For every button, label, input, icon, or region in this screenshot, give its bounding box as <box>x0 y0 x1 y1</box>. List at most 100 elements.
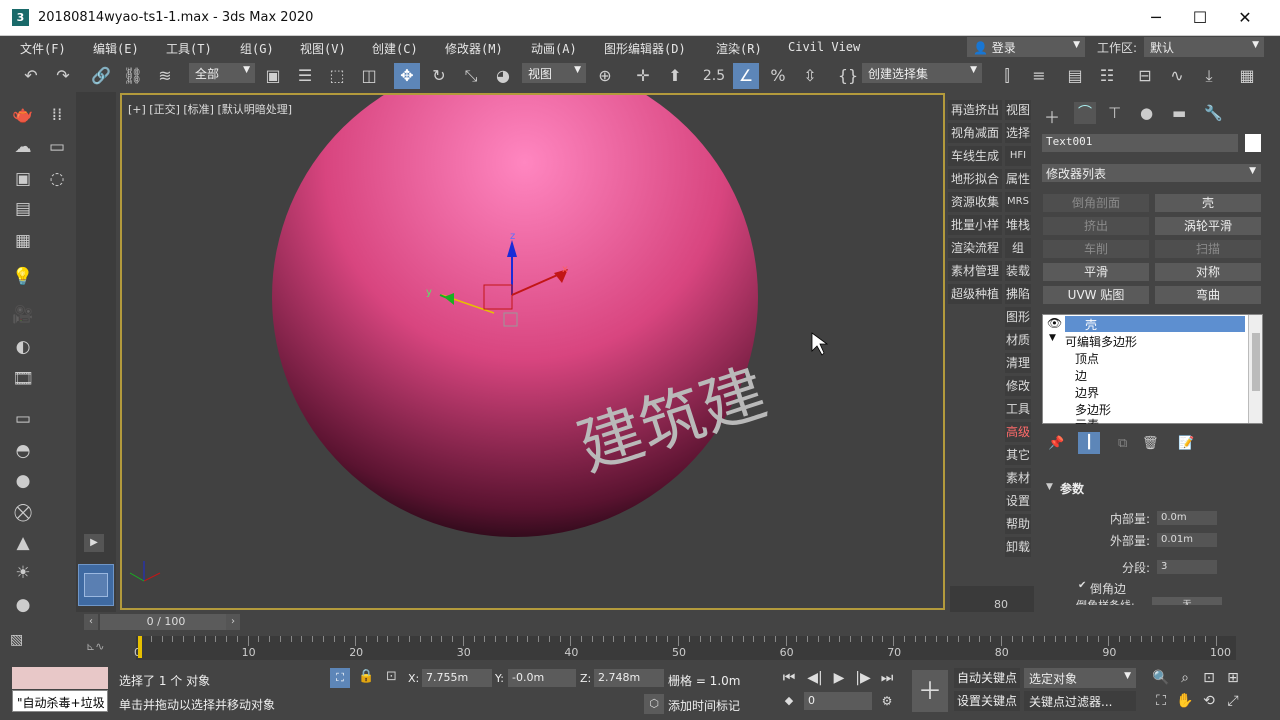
zoom-icon[interactable]: 🔍 <box>1150 667 1172 689</box>
checkbox-bevel-edges[interactable]: ✔ <box>1078 580 1086 591</box>
param-segments-field[interactable]: 3 <box>1157 560 1217 574</box>
plugin-tab[interactable]: 卸载 <box>1005 537 1031 557</box>
stack-item-vertex[interactable]: 顶点 <box>1075 350 1099 367</box>
film-icon[interactable]: 🎞 <box>10 366 36 392</box>
plugin-tab[interactable]: 属性 <box>1005 169 1031 189</box>
display-tab-icon[interactable]: ▬ <box>1172 104 1186 122</box>
modifier-bevel-profile-button[interactable]: 倒角剖面 <box>1043 194 1149 212</box>
menu-views[interactable]: 视图(V) <box>300 40 346 57</box>
plugin-tab[interactable]: 装载 <box>1005 261 1031 281</box>
selection-filter-dropdown[interactable]: 全部 ▼ <box>189 63 255 83</box>
bevel-spline-button[interactable]: 无 <box>1152 597 1222 605</box>
time-slider[interactable]: 0 / 100 <box>100 614 232 630</box>
plugin-tab[interactable]: 其它 <box>1005 445 1031 465</box>
modifier-shell-button[interactable]: 壳 <box>1155 194 1261 212</box>
edit-named-sets-icon[interactable]: {} <box>835 63 861 89</box>
image-icon[interactable]: ▣ <box>10 166 36 192</box>
absolute-mode-icon[interactable]: ⊡ <box>386 669 397 684</box>
stack-item-shell[interactable]: 壳 <box>1085 316 1097 333</box>
modifier-sweep-button[interactable]: 扫描 <box>1155 240 1261 258</box>
menu-animation[interactable]: 动画(A) <box>531 40 577 57</box>
maxscript-listener-field[interactable]: "自动杀毒+垃圾 <box>12 690 108 712</box>
key-selection-dropdown[interactable]: 选定对象 ▼ <box>1024 668 1136 688</box>
set-key-button[interactable]: 设置关键点 <box>954 691 1020 711</box>
mirror-icon[interactable]: ⫿ <box>994 63 1020 89</box>
schematic-view-icon[interactable]: ⤓ <box>1196 63 1222 89</box>
document-icon[interactable]: ▤ <box>10 196 36 222</box>
plugin-button[interactable]: 再造挤出 <box>948 100 1002 120</box>
current-frame-marker[interactable] <box>138 636 142 658</box>
plugin-tab[interactable]: 清理 <box>1005 353 1031 373</box>
menu-group[interactable]: 组(G) <box>240 40 274 57</box>
cone-icon[interactable]: ▲ <box>10 530 36 556</box>
sphere-solid-icon[interactable]: ● <box>10 592 36 618</box>
mini-timeline[interactable]: 80 <box>950 586 1034 612</box>
toggle-ribbon-icon[interactable]: ⊟ <box>1132 63 1158 89</box>
dotted-circle-icon[interactable]: ◌ <box>44 166 70 192</box>
ruler-icon[interactable]: ▭ <box>44 134 70 160</box>
table-icon[interactable]: ▦ <box>10 228 36 254</box>
plugin-tab[interactable]: 修改 <box>1005 376 1031 396</box>
y-coord-field[interactable]: -0.0m <box>508 669 576 687</box>
time-tag-icon[interactable]: ⬡ <box>644 694 664 714</box>
lightbulb-icon[interactable]: 💡 <box>10 264 36 290</box>
menu-modifiers[interactable]: 修改器(M) <box>445 40 503 57</box>
close-button[interactable]: ✕ <box>1230 6 1260 30</box>
plugin-tab[interactable]: MRS <box>1005 192 1031 212</box>
link-icon[interactable]: 🔗 <box>88 63 114 89</box>
cloud-icon[interactable]: ☁ <box>10 134 36 160</box>
pivot-center-icon[interactable]: ⊕ <box>592 63 618 89</box>
undo-icon[interactable]: ↶ <box>18 63 44 89</box>
scene-explorer-icon[interactable]: ▤ <box>1062 63 1088 89</box>
plugin-tab[interactable]: 拂陷 <box>1005 284 1031 304</box>
isolate-selection-icon[interactable]: ⛶ <box>330 668 350 688</box>
time-prev-icon[interactable]: ‹ <box>84 614 98 630</box>
curve-editor-icon[interactable]: ∿ <box>1164 63 1190 89</box>
select-manipulate-icon[interactable]: ✛ <box>630 63 656 89</box>
material-editor-icon[interactable]: ▦ <box>1234 63 1260 89</box>
modifier-smooth-button[interactable]: 平滑 <box>1043 263 1149 281</box>
teapot-small-icon[interactable]: ⛒ <box>10 500 36 526</box>
redo-icon[interactable]: ↷ <box>50 63 76 89</box>
window-crossing-icon[interactable]: ◫ <box>356 63 382 89</box>
time-config-icon[interactable]: ⚙ <box>876 690 898 712</box>
modifier-bend-button[interactable]: 弯曲 <box>1155 286 1261 304</box>
expand-triangle-icon[interactable]: ▼ <box>1049 333 1056 343</box>
zoom-extents-all-icon[interactable]: ⊞ <box>1222 667 1244 689</box>
plugin-button[interactable]: 车线生成 <box>948 146 1002 166</box>
menu-tools[interactable]: 工具(T) <box>166 40 212 57</box>
zoom-extents-icon[interactable]: ⊡ <box>1198 667 1220 689</box>
eye-icon[interactable]: 👁 <box>1047 316 1062 330</box>
plugin-button[interactable]: 资源收集 <box>948 192 1002 212</box>
plugin-tab[interactable]: 组 <box>1005 238 1031 258</box>
menu-rendering[interactable]: 渲染(R) <box>716 40 762 57</box>
plugin-tab[interactable]: 工具 <box>1005 399 1031 419</box>
named-selection-dropdown[interactable]: 创建选择集 ▼ <box>862 63 982 83</box>
rollout-title[interactable]: 参数 <box>1060 480 1084 497</box>
modifier-lathe-button[interactable]: 车削 <box>1043 240 1149 258</box>
plane-icon[interactable]: ▭ <box>10 406 36 432</box>
hierarchy-tab-icon[interactable]: ⊤ <box>1108 104 1121 122</box>
select-by-name-icon[interactable]: ☰ <box>292 63 318 89</box>
plugin-button[interactable]: 渲染流程 <box>948 238 1002 258</box>
modifier-extrude-button[interactable]: 挤出 <box>1043 217 1149 235</box>
object-color-swatch[interactable] <box>1245 134 1261 152</box>
plugin-button[interactable]: 素材管理 <box>948 261 1002 281</box>
angle-snap-icon[interactable]: ∠ <box>733 63 759 89</box>
pin-stack-icon[interactable]: 📌 <box>1048 436 1064 451</box>
select-scale-icon[interactable]: ⤡ <box>458 63 484 89</box>
unlink-icon[interactable]: ⛓ <box>120 63 146 89</box>
utilities-tab-icon[interactable]: 🔧 <box>1204 104 1223 122</box>
dome-icon[interactable]: ◓ <box>10 438 36 464</box>
modifier-list-dropdown[interactable]: 修改器列表 ▼ <box>1042 164 1261 182</box>
motion-tab-icon[interactable]: ● <box>1140 104 1153 122</box>
plugin-tab[interactable]: 材质 <box>1005 330 1031 350</box>
next-frame-icon[interactable]: |▶ <box>852 667 874 689</box>
menu-graph-editors[interactable]: 图形编辑器(D) <box>604 40 686 57</box>
rollout-collapse-icon[interactable]: ▼ <box>1046 482 1053 492</box>
minimize-button[interactable]: ─ <box>1141 6 1171 30</box>
lock-icon[interactable]: 🔒 <box>358 669 374 684</box>
camera-icon[interactable]: 🎥 <box>10 302 36 328</box>
stack-item-border[interactable]: 边界 <box>1075 384 1099 401</box>
plugin-tab[interactable]: 设置 <box>1005 491 1031 511</box>
